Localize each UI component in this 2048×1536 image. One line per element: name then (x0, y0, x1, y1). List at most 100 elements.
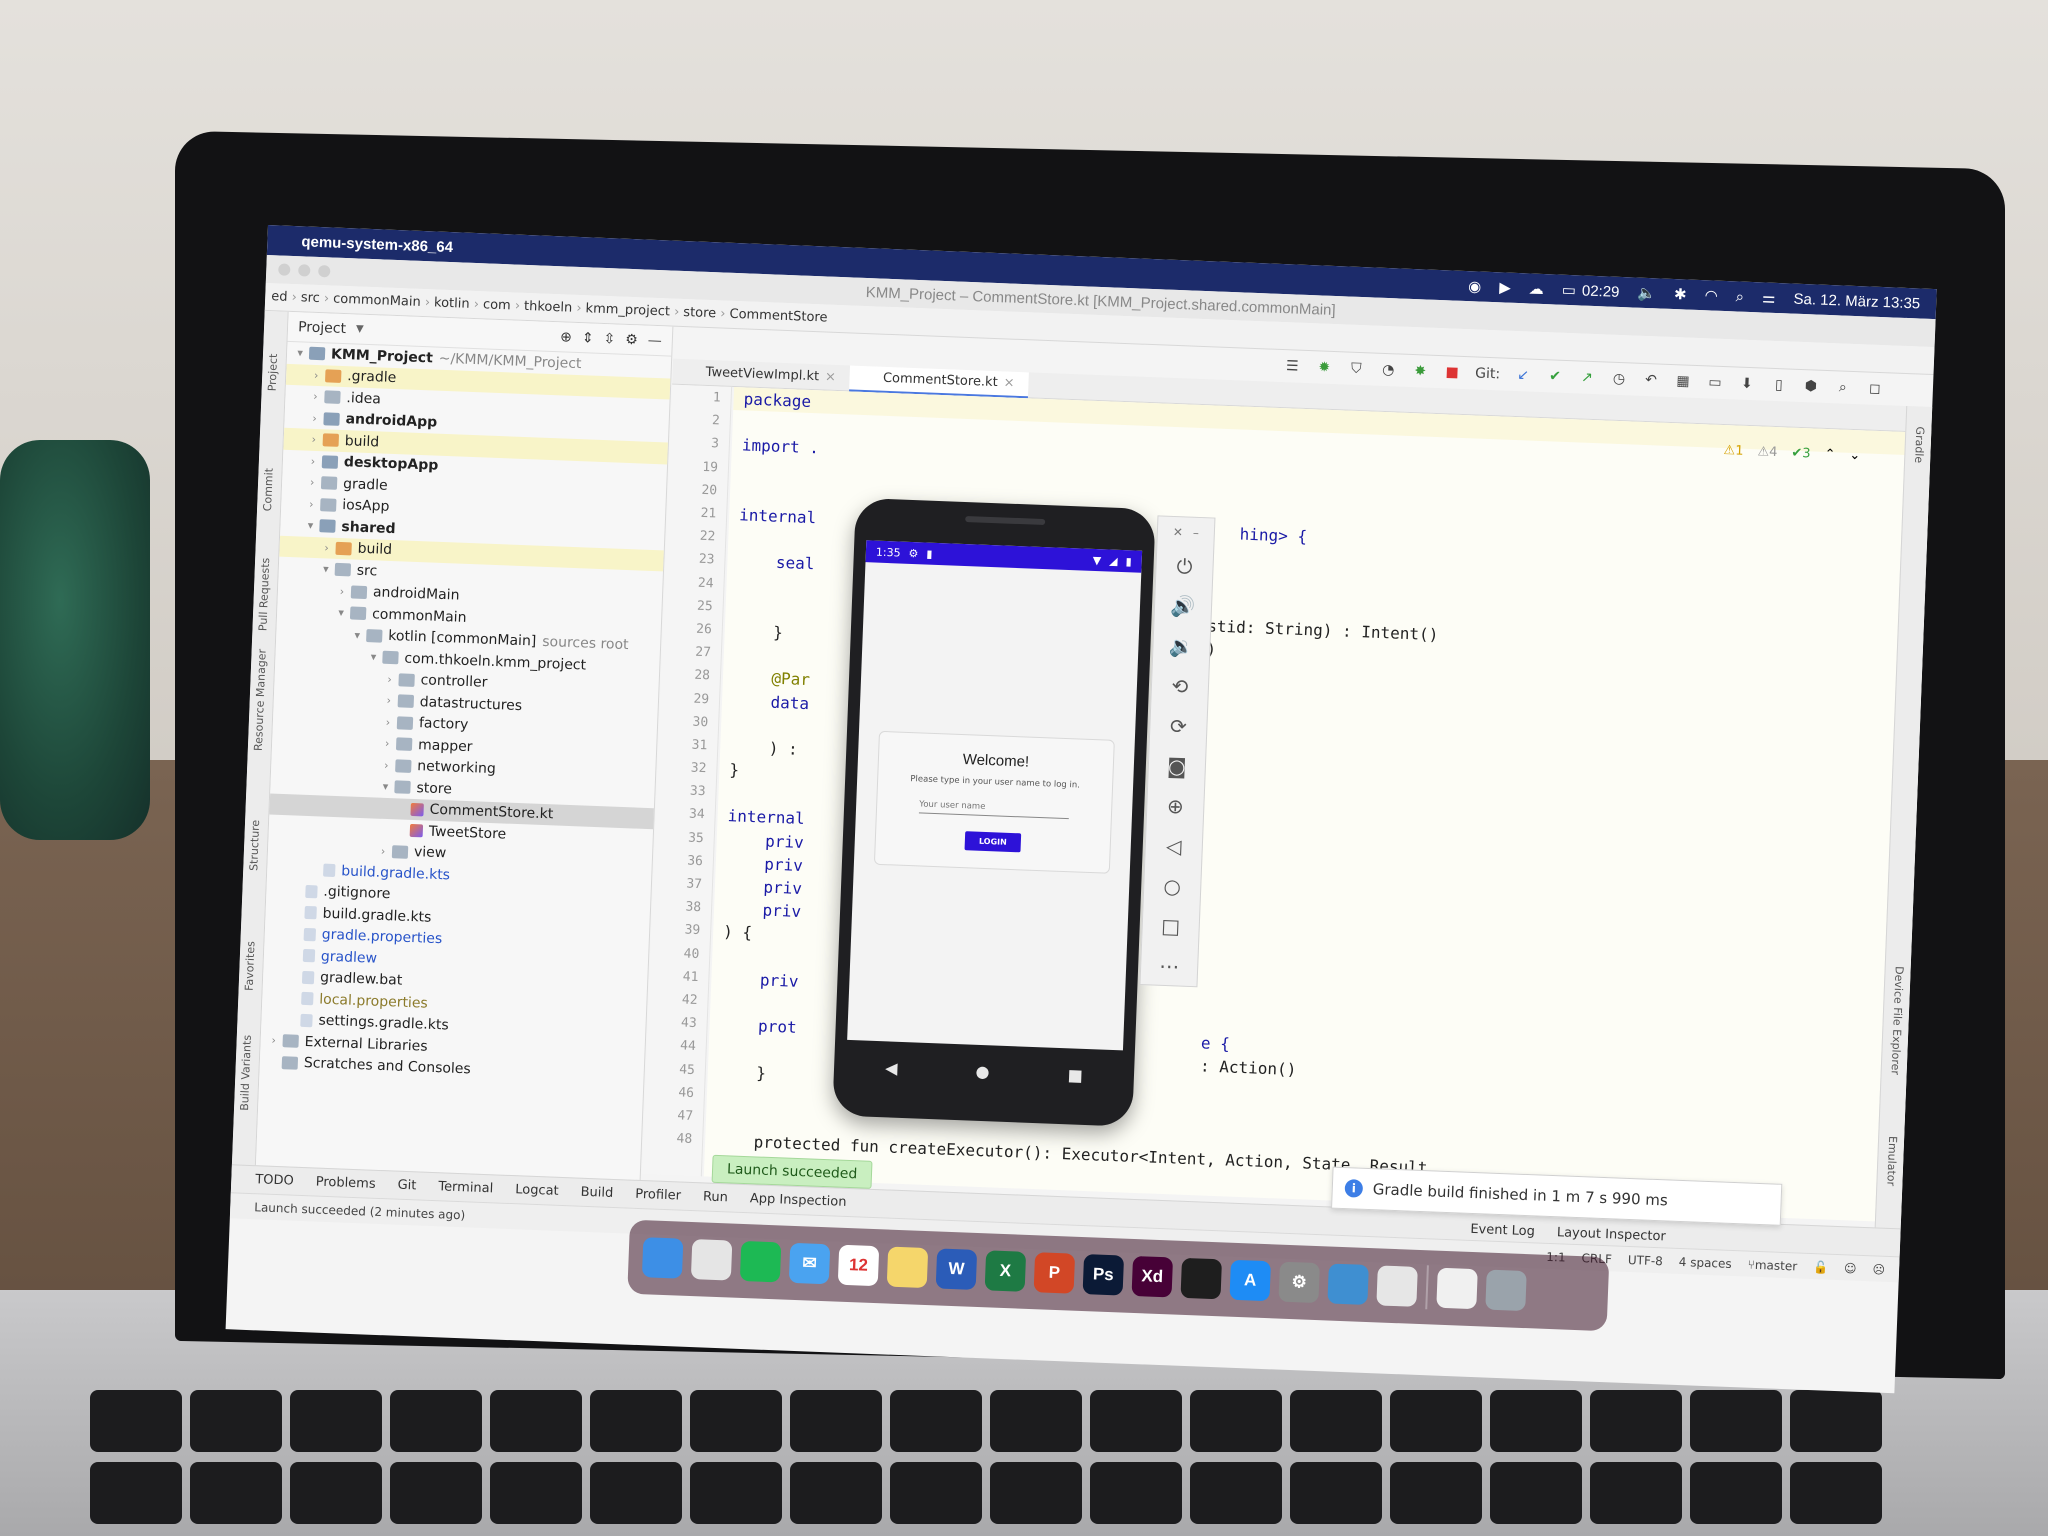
tool-logcat[interactable]: Logcat (515, 1182, 559, 1199)
tree-chevron-icon[interactable] (288, 934, 302, 935)
breadcrumb-item[interactable]: store (683, 305, 726, 322)
wifi-icon[interactable]: ◠ (1704, 286, 1718, 304)
emulator-icon[interactable]: ▯ (1770, 376, 1789, 395)
tool-window-device-file-explorer[interactable]: Device File Explorer (1889, 966, 1906, 1075)
volume-down-icon[interactable]: 🔉 (1168, 633, 1195, 660)
tree-chevron-icon[interactable]: › (304, 497, 318, 511)
other-app-icon[interactable] (1376, 1265, 1418, 1307)
event-log-link[interactable]: Event Log (1470, 1222, 1535, 1239)
battery-indicator[interactable]: ▭ 02:29 (1561, 281, 1619, 301)
tree-chevron-icon[interactable]: › (307, 411, 321, 425)
username-input[interactable] (918, 796, 1070, 820)
tree-chevron-icon[interactable]: › (376, 844, 390, 858)
chevron-down-icon[interactable]: ⌄ (1849, 448, 1860, 463)
back-icon[interactable]: ◀ (885, 1058, 898, 1077)
tree-chevron-icon[interactable]: ▾ (350, 628, 364, 642)
tree-chevron-icon[interactable] (287, 955, 301, 956)
login-button[interactable]: LOGIN (964, 831, 1022, 853)
project-view-selector[interactable]: Project (298, 319, 346, 337)
locate-icon[interactable]: ⊕ (560, 329, 572, 345)
tree-chevron-icon[interactable]: › (306, 454, 320, 468)
zoom-window-button[interactable] (318, 264, 331, 278)
record-icon[interactable]: ◉ (1468, 277, 1482, 295)
cloud-icon[interactable]: ☁ (1528, 279, 1544, 298)
tree-chevron-icon[interactable] (289, 912, 303, 913)
tool-git[interactable]: Git (397, 1178, 416, 1194)
warnings-count[interactable]: ⚠1 (1723, 443, 1743, 459)
coverage-icon[interactable]: ⛉ (1347, 360, 1366, 379)
tree-chevron-icon[interactable]: ▾ (366, 650, 380, 664)
plugin-icon[interactable]: ⬢ (1802, 377, 1821, 396)
tree-chevron-icon[interactable]: › (380, 737, 394, 751)
calendar-icon[interactable]: 12 (837, 1244, 880, 1287)
breadcrumb-item[interactable]: ed (271, 289, 297, 305)
word-icon[interactable]: W (935, 1248, 978, 1290)
breadcrumb-item[interactable]: thkoeln (524, 299, 582, 316)
tree-chevron-icon[interactable]: › (382, 672, 396, 686)
tree-chevron-icon[interactable]: ▾ (378, 780, 392, 794)
photoshop-icon[interactable]: Ps (1082, 1254, 1125, 1296)
git-commit-icon[interactable]: ✔ (1546, 367, 1565, 386)
tool-terminal[interactable]: Terminal (438, 1179, 493, 1196)
play-icon[interactable]: ▶ (1499, 278, 1511, 296)
android-studio-icon[interactable] (1327, 1263, 1369, 1305)
zoom-icon[interactable]: ⊕ (1162, 793, 1189, 820)
breadcrumb-item[interactable]: CommentStore (729, 307, 828, 326)
active-app-name[interactable]: qemu-system-x86_64 (301, 233, 453, 256)
home-icon[interactable]: ○ (1159, 873, 1186, 900)
frown-icon[interactable]: ☹ (1872, 1262, 1885, 1276)
breadcrumb-item[interactable]: com (483, 297, 521, 313)
system-preferences-icon[interactable]: ⚙ (1278, 1261, 1320, 1304)
git-update-icon[interactable]: ↙ (1514, 366, 1533, 385)
tree-chevron-icon[interactable] (307, 870, 321, 871)
breadcrumb-item[interactable]: src (301, 290, 330, 306)
app-store-icon[interactable]: A (1229, 1259, 1271, 1302)
chrome-icon[interactable] (690, 1239, 733, 1281)
breadcrumb-item[interactable]: kotlin (434, 295, 479, 312)
tree-chevron-icon[interactable]: › (335, 585, 349, 599)
tree-chevron-icon[interactable]: › (307, 433, 321, 447)
lock-icon[interactable]: 🔓 (1813, 1260, 1828, 1275)
rollback-icon[interactable]: ↶ (1642, 371, 1661, 390)
tree-chevron-icon[interactable] (286, 977, 300, 978)
recents-icon[interactable]: ■ (1067, 1065, 1083, 1085)
tree-chevron-icon[interactable] (395, 809, 409, 810)
tool-todo[interactable]: TODO (255, 1172, 294, 1188)
profile-icon[interactable]: ◔ (1379, 361, 1398, 380)
tree-chevron-icon[interactable]: ▾ (334, 606, 348, 620)
control-center-icon[interactable]: ⚌ (1762, 288, 1776, 307)
tree-chevron-icon[interactable]: › (305, 476, 319, 490)
close-icon[interactable]: ✕ (1173, 525, 1184, 539)
stop-icon[interactable]: ■ (1443, 363, 1462, 382)
indent-setting[interactable]: 4 spaces (1679, 1254, 1732, 1270)
tool-window-build-variants[interactable]: Build Variants (238, 1035, 254, 1111)
close-window-button[interactable] (278, 263, 291, 276)
tree-chevron-icon[interactable] (285, 1019, 299, 1020)
search-everywhere-icon[interactable]: ⌕ (1834, 378, 1853, 397)
chevron-down-icon[interactable]: ▼ (356, 323, 364, 334)
volume-up-icon[interactable]: 🔊 (1170, 593, 1197, 620)
document-icon[interactable] (1436, 1267, 1478, 1310)
tool-build[interactable]: Build (580, 1185, 613, 1201)
device-manager-icon[interactable]: ▭ (1706, 373, 1725, 392)
weak-warnings-count[interactable]: ⚠4 (1757, 444, 1777, 460)
powerpoint-icon[interactable]: P (1033, 1252, 1076, 1294)
tree-chevron-icon[interactable]: › (266, 1034, 280, 1048)
power-icon[interactable]: ⏻ (1171, 553, 1198, 580)
finder-icon[interactable] (641, 1237, 684, 1279)
spotify-icon[interactable] (739, 1240, 782, 1283)
tool-window-pull-requests[interactable]: Pull Requests (256, 557, 272, 631)
breadcrumb-item[interactable]: commonMain (333, 292, 431, 311)
tree-chevron-icon[interactable] (266, 1062, 280, 1063)
debug-icon[interactable]: ✹ (1315, 358, 1334, 377)
search-icon[interactable]: ⌕ (1735, 288, 1744, 305)
excel-icon[interactable]: X (984, 1250, 1027, 1292)
chevron-up-icon[interactable]: ⌃ (1824, 447, 1835, 462)
tree-chevron-icon[interactable]: › (379, 758, 393, 772)
bluetooth-icon[interactable]: ✱ (1674, 285, 1687, 303)
rotate-left-icon[interactable]: ⟲ (1166, 673, 1193, 700)
rotate-right-icon[interactable]: ⟳ (1165, 713, 1192, 740)
more-icon[interactable]: ⋯ (1156, 953, 1183, 980)
tree-chevron-icon[interactable]: ▾ (303, 519, 317, 533)
camera-icon[interactable]: ◙ (1163, 753, 1190, 780)
